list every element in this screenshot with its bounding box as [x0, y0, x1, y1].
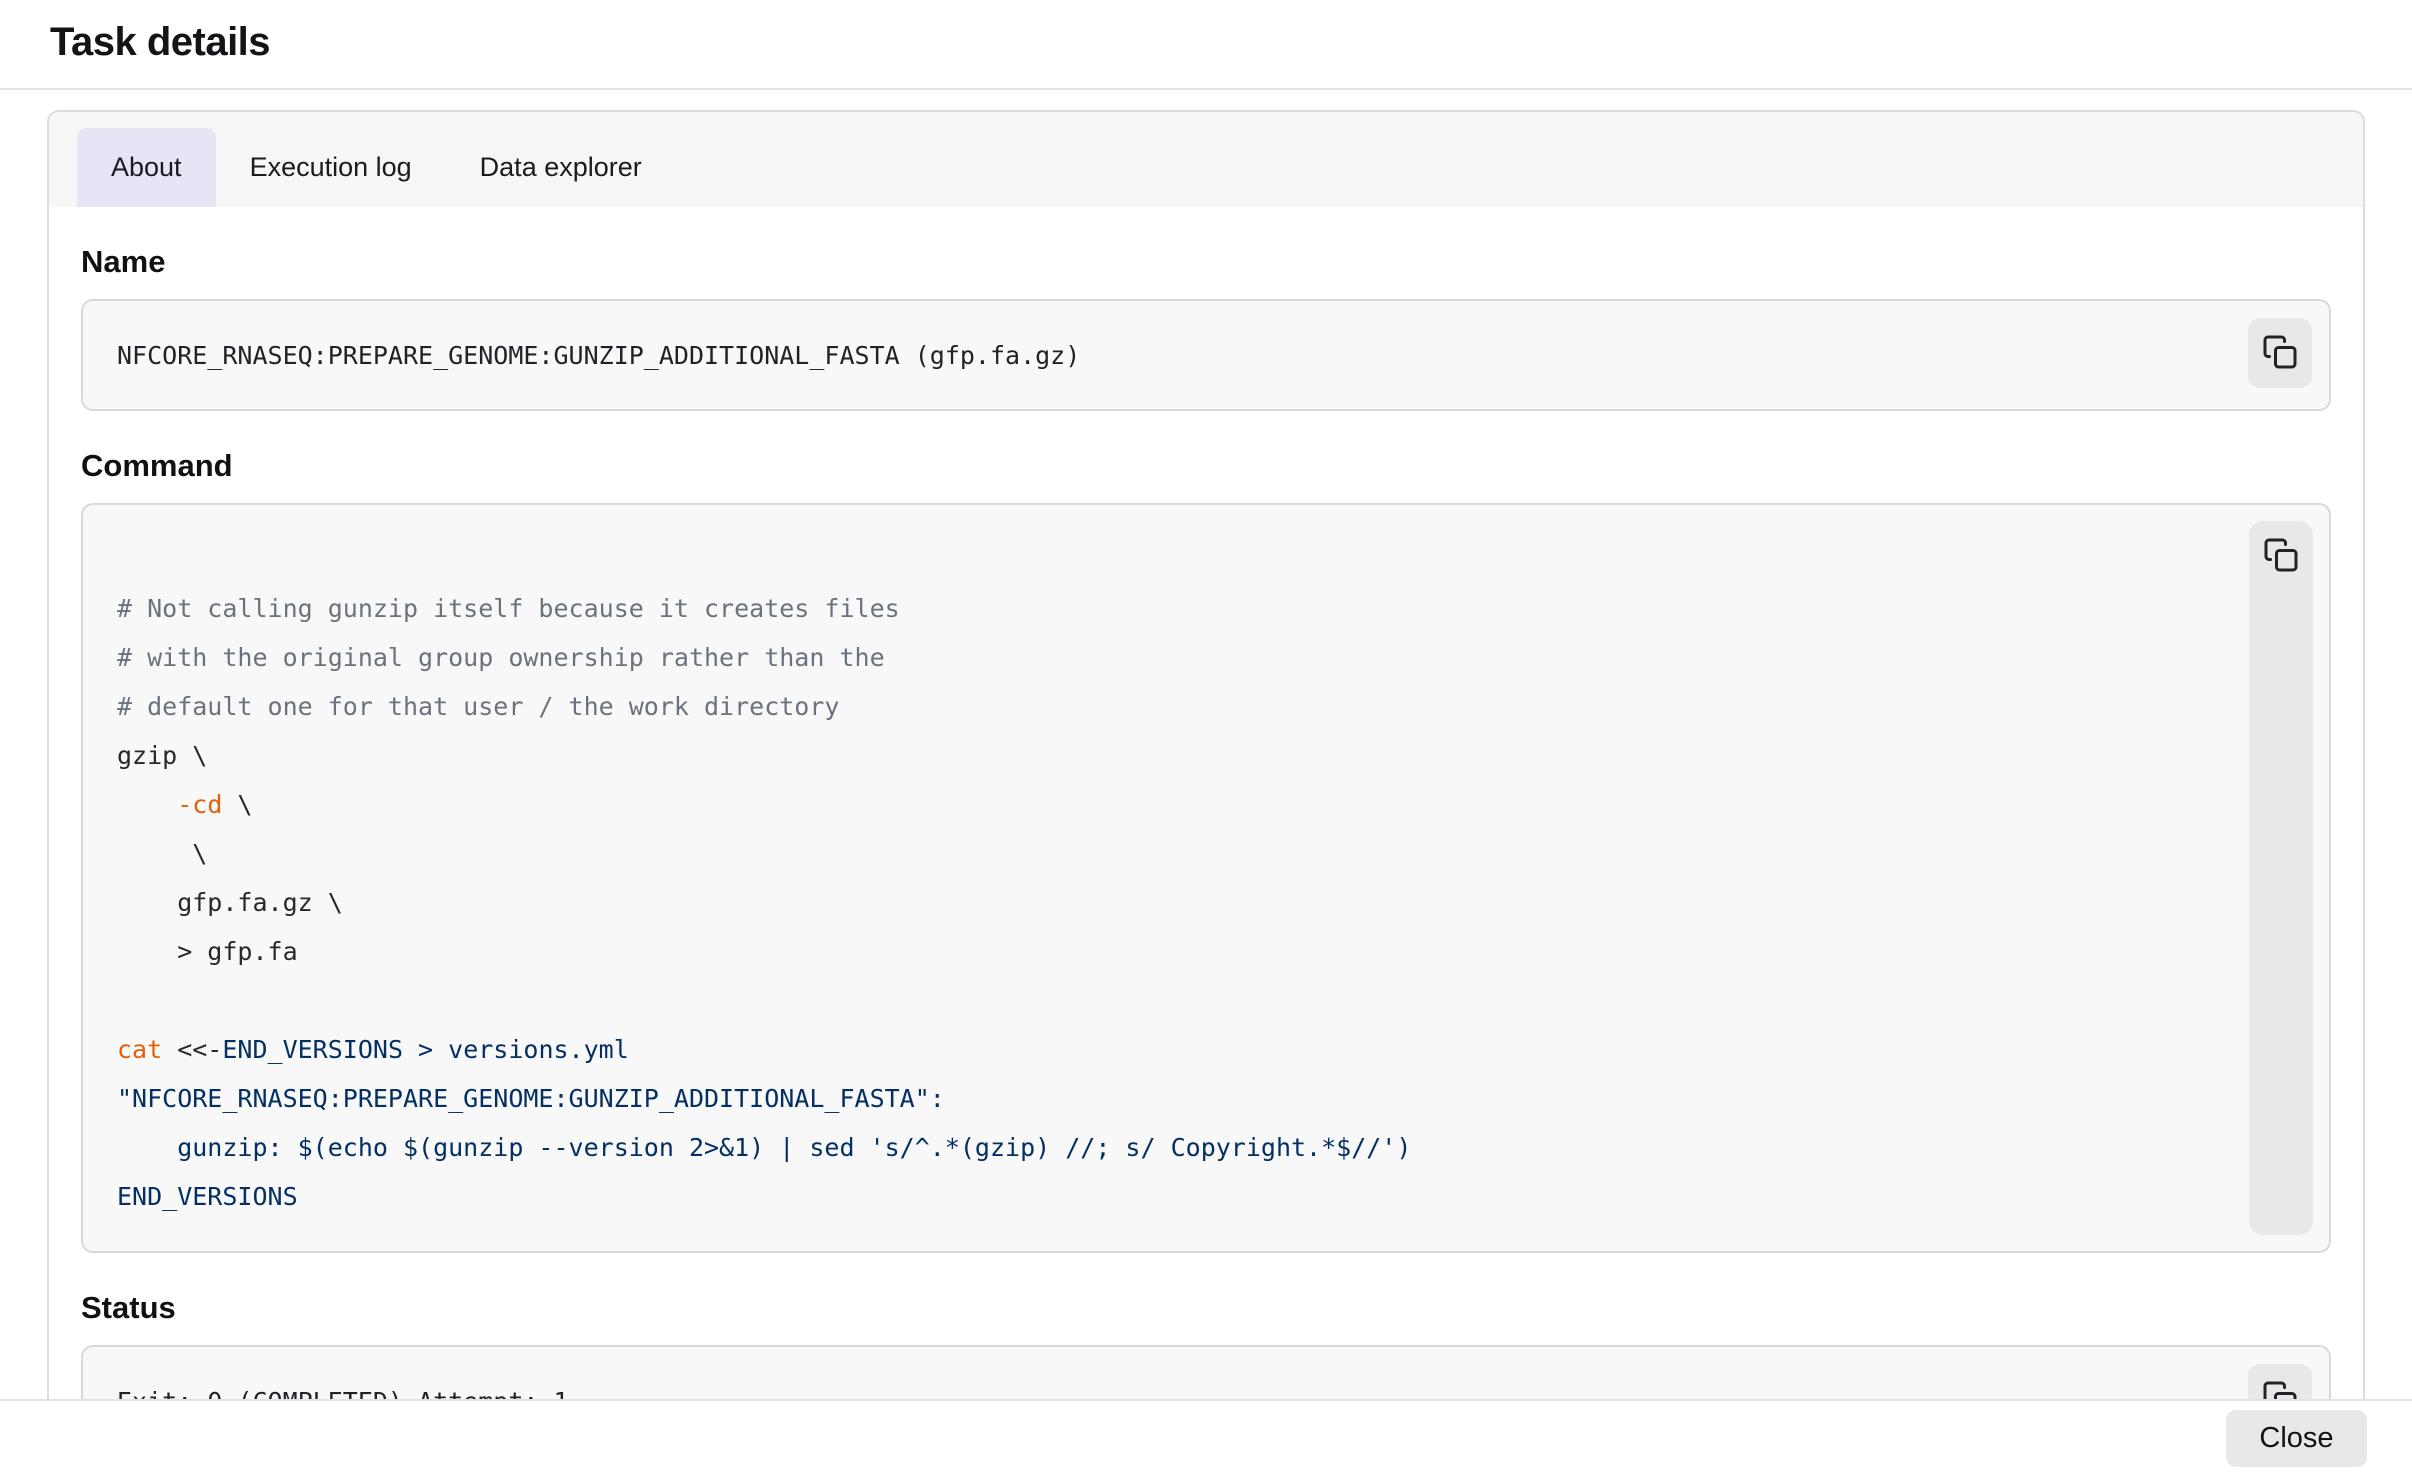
command-box: # Not calling gunzip itself because it c…	[81, 503, 2331, 1253]
modal-footer: Close	[0, 1399, 2412, 1476]
tab-about[interactable]: About	[77, 128, 216, 207]
tab-execution-log[interactable]: Execution log	[216, 128, 446, 207]
task-details-modal: Task details About Execution log Data ex…	[0, 0, 2412, 1476]
tab-bar: About Execution log Data explorer	[49, 112, 2363, 207]
name-box: NFCORE_RNASEQ:PREPARE_GENOME:GUNZIP_ADDI…	[81, 299, 2331, 411]
command-code[interactable]: # Not calling gunzip itself because it c…	[117, 535, 2209, 1221]
name-section-heading: Name	[81, 245, 2331, 279]
task-status-value: Exit: 0 (COMPLETED) Attempt: 1	[117, 1387, 569, 1400]
copy-icon	[2262, 1380, 2298, 1400]
status-section-heading: Status	[81, 1291, 2331, 1325]
command-scrollbar[interactable]	[2249, 521, 2313, 1235]
task-details-card: About Execution log Data explorer Name N…	[47, 110, 2365, 1399]
status-box: Exit: 0 (COMPLETED) Attempt: 1	[81, 1345, 2331, 1399]
task-name-value: NFCORE_RNASEQ:PREPARE_GENOME:GUNZIP_ADDI…	[117, 341, 1080, 370]
copy-name-button[interactable]	[2248, 318, 2312, 388]
copy-icon	[2262, 334, 2298, 373]
copy-icon	[2263, 537, 2299, 576]
modal-header: Task details	[0, 0, 2412, 90]
copy-command-button[interactable]	[2249, 521, 2313, 591]
about-tab-panel: Name NFCORE_RNASEQ:PREPARE_GENOME:GUNZIP…	[49, 245, 2363, 1399]
close-button[interactable]: Close	[2226, 1410, 2367, 1467]
command-section-heading: Command	[81, 449, 2331, 483]
tab-data-explorer[interactable]: Data explorer	[446, 128, 676, 207]
content-scroll-area[interactable]: About Execution log Data explorer Name N…	[0, 90, 2412, 1399]
copy-status-button[interactable]	[2248, 1364, 2312, 1399]
page-title: Task details	[50, 20, 2412, 65]
